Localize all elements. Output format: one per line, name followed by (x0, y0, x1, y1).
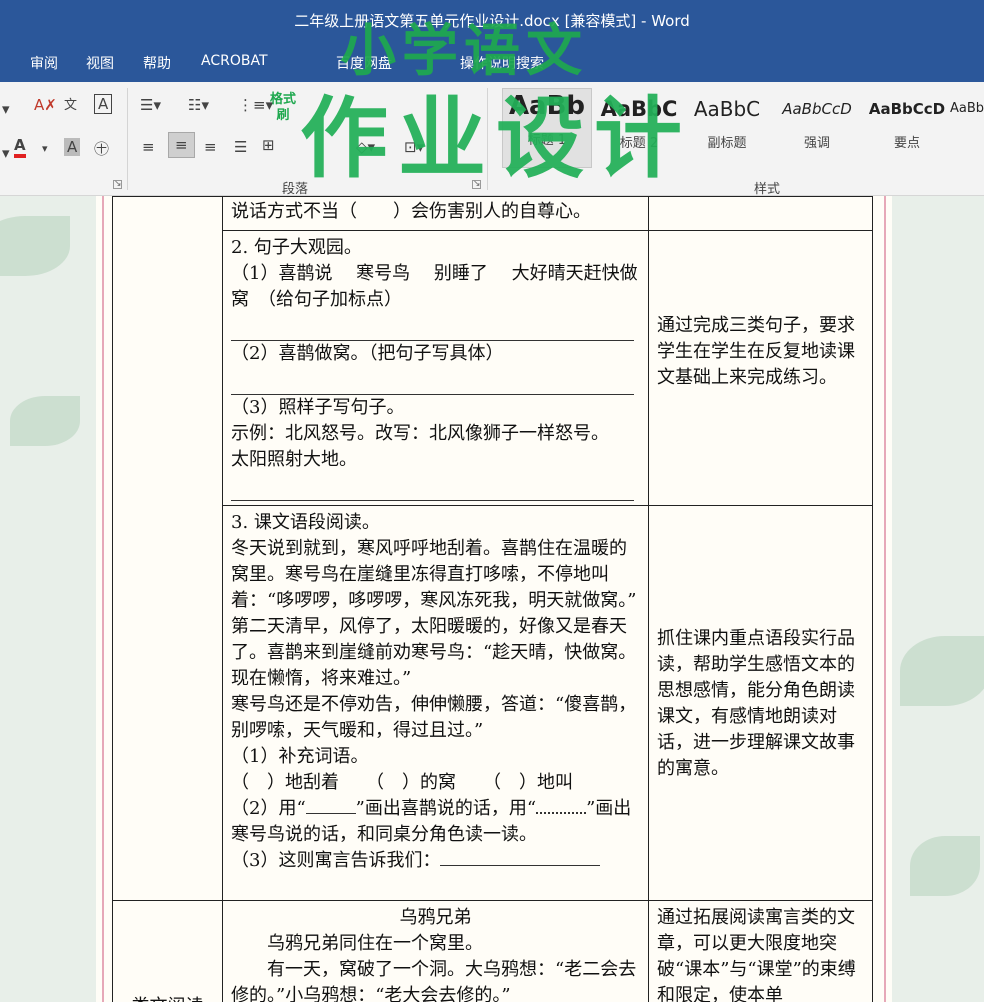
background-leaf (0, 216, 70, 276)
reading-paragraph: 乌鸦兄弟同住在一个窝里。 (267, 933, 483, 954)
straight-line-sample (305, 796, 356, 814)
question-text: （3）这则寓言告诉我们： (231, 850, 441, 871)
answer-line[interactable] (440, 848, 601, 866)
question-item: （2）喜鹊做窝。（把句子写具体） (231, 343, 504, 364)
answer-line[interactable] (231, 473, 634, 501)
background-leaf (910, 836, 980, 896)
style-name: 强调 (803, 136, 830, 151)
note-cell[interactable] (648, 196, 873, 231)
question-heading: 2. 句子大观园。 (231, 237, 362, 258)
answer-line[interactable] (231, 313, 634, 341)
question-text: （2）用“ (231, 798, 306, 819)
watermark-vertical-label: 格式刷 (270, 92, 297, 123)
multilevel-list-icon[interactable]: ⋮≡▾ (238, 96, 273, 114)
style-strong[interactable]: AaBbCcD 要点 (862, 92, 952, 151)
group-divider (127, 88, 128, 190)
reading-paragraph: 第二天清早，风停了，太阳暖暖的，好像又是春天了。喜鹊来到崖缝前劝寒号鸟：“趁天晴… (231, 616, 637, 689)
category-cell[interactable]: 类文阅读 (112, 900, 223, 1002)
dropdown-arrow-icon[interactable]: ▾ (42, 142, 48, 155)
note-cell[interactable]: 抓住课内重点语段实行品读，帮助学生感悟文本的思想感情，能分角色朗读课文，有感情地… (648, 505, 873, 901)
category-label: 类文阅读 (121, 994, 214, 1002)
align-right-icon[interactable]: ≡ (204, 138, 217, 156)
bullets-icon[interactable]: ☰▾ (140, 96, 161, 114)
justify-icon[interactable]: ☰ (234, 138, 247, 156)
distributed-icon[interactable]: ⊞ (262, 136, 275, 154)
question-text: 说话方式不当（ ）会伤害别人的自尊心。 (231, 201, 591, 222)
menu-acrobat[interactable]: ACROBAT (201, 53, 268, 69)
style-emphasis[interactable]: AaBbCcD 强调 (772, 92, 862, 151)
enclose-characters-icon[interactable]: ㊉ (94, 138, 109, 159)
background-leaf (10, 396, 80, 446)
question-item: （3）这则寓言告诉我们： (231, 848, 640, 874)
design-note: 抓住课内重点语段实行品读，帮助学生感悟文本的思想感情，能分角色朗读课文，有感情地… (657, 628, 855, 779)
example-text: 示例：北风怒号。改写：北风像狮子一样怒号。 (231, 423, 609, 444)
style-sample: AaBbC (693, 97, 761, 121)
phonetic-guide-icon[interactable]: 文 (64, 94, 77, 113)
category-cell[interactable] (112, 196, 223, 901)
question-item: （1）喜鹊说 寒号鸟 别睡了 大好晴天赶快做窝 （给句子加标点） (231, 263, 638, 310)
watermark-subtitle: 作业设计 (300, 87, 693, 190)
table-row: 3. 课文语段阅读。 冬天说到就到，寒风呼呼地刮着。喜鹊住在温暖的窝里。寒号鸟在… (113, 505, 873, 901)
style-sample: AaBb (950, 101, 984, 116)
styles-group-label: 样式 (754, 182, 781, 197)
homework-table: 说话方式不当（ ）会伤害别人的自尊心。 2. 句子大观园。 （1）喜鹊说 寒号鸟… (112, 196, 873, 1002)
align-center-icon[interactable]: ≡ (168, 132, 195, 158)
design-note: 通过拓展阅读寓言类的文章，可以更大限度地突破“课本”与“课堂”的束缚和限定，使本… (657, 907, 856, 1002)
style-more[interactable]: AaBb (950, 92, 984, 132)
answer-line[interactable] (231, 367, 634, 395)
reading-paragraph: 冬天说到就到，寒风呼呼地刮着。喜鹊住在温暖的窝里。寒号鸟在崖缝里冻得直打哆嗦，不… (231, 538, 637, 611)
reading-paragraph: 寒号鸟还是不停劝告，伸伸懒腰，答道：“傻喜鹊，别啰嗦，天气暖和，得过且过。” (231, 694, 637, 741)
font-color-icon[interactable]: A (14, 136, 26, 158)
style-sample: AaBbCcD (868, 100, 946, 118)
dropdown-arrow-icon[interactable]: ▾ (2, 100, 10, 118)
menu-help[interactable]: 帮助 (143, 53, 171, 73)
reading-title: 乌鸦兄弟 (399, 907, 472, 928)
character-border-icon[interactable]: A (94, 94, 113, 114)
style-sample: AaBbCcD (782, 100, 852, 118)
note-cell[interactable]: 通过完成三类句子，要求学生在学生在反复地读课文基础上来完成练习。 (648, 230, 873, 506)
font-dialog-launcher-icon[interactable]: ↘ (113, 180, 122, 189)
style-subtitle[interactable]: AaBbC 副标题 (682, 92, 772, 151)
question-item: （2）用“ ”画出喜鹊说的话，用“ ”画出寒号鸟说的话，和同桌分角色读一读。 (231, 796, 640, 848)
table-row: 说话方式不当（ ）会伤害别人的自尊心。 (112, 196, 873, 901)
clear-formatting-icon[interactable]: A✗ (34, 96, 57, 114)
wavy-line-sample (536, 796, 587, 814)
table-row: 类文阅读 乌鸦兄弟 乌鸦兄弟同住在一个窝里。 有一天，窝破了一个洞。大乌鸦想：“… (112, 900, 873, 1002)
menu-view[interactable]: 视图 (86, 53, 114, 73)
reading-paragraph: 有一天，窝破了一个洞。大乌鸦想：“老二会去修的。”小乌鸦想：“老大会去修的。” (231, 959, 637, 1002)
numbering-icon[interactable]: ☷▾ (188, 96, 209, 114)
question-heading: 3. 课文语段阅读。 (231, 512, 380, 533)
background-leaf (900, 636, 984, 706)
style-name: 副标题 (707, 136, 747, 151)
prompt-text: 太阳照射大地。 (231, 449, 357, 470)
question-cell[interactable]: 说话方式不当（ ）会伤害别人的自尊心。 (222, 196, 649, 231)
question-cell[interactable]: 乌鸦兄弟 乌鸦兄弟同住在一个窝里。 有一天，窝破了一个洞。大乌鸦想：“老二会去修… (222, 900, 649, 1002)
question-item: （ ）地刮着 （ ）的窝 （ ）地叫 (231, 772, 573, 793)
page-margin-line (884, 196, 886, 1002)
document-area: 说话方式不当（ ）会伤害别人的自尊心。 2. 句子大观园。 （1）喜鹊说 寒号鸟… (0, 196, 984, 1002)
question-cell[interactable]: 2. 句子大观园。 （1）喜鹊说 寒号鸟 别睡了 大好晴天赶快做窝 （给句子加标… (222, 230, 649, 506)
align-left-icon[interactable]: ≡ (142, 138, 155, 156)
question-cell[interactable]: 3. 课文语段阅读。 冬天说到就到，寒风呼呼地刮着。喜鹊住在温暖的窝里。寒号鸟在… (222, 505, 649, 901)
table-row: 2. 句子大观园。 （1）喜鹊说 寒号鸟 别睡了 大好晴天赶快做窝 （给句子加标… (113, 230, 873, 506)
question-text: ”画出喜鹊说的话，用“ (355, 798, 537, 819)
question-item: （3）照样子写句子。 (231, 397, 405, 418)
design-note: 通过完成三类句子，要求学生在学生在反复地读课文基础上来完成练习。 (657, 315, 855, 388)
dropdown-arrow-icon[interactable]: ▾ (2, 144, 10, 162)
page-margin-line (102, 196, 104, 1002)
menu-review[interactable]: 审阅 (30, 53, 58, 73)
character-shading-icon[interactable]: A (64, 138, 81, 156)
style-name: 要点 (893, 136, 920, 151)
question-item: （1）补充词语。 (231, 746, 369, 767)
note-cell[interactable]: 通过拓展阅读寓言类的文章，可以更大限度地突破“课本”与“课堂”的束缚和限定，使本… (648, 900, 873, 1002)
